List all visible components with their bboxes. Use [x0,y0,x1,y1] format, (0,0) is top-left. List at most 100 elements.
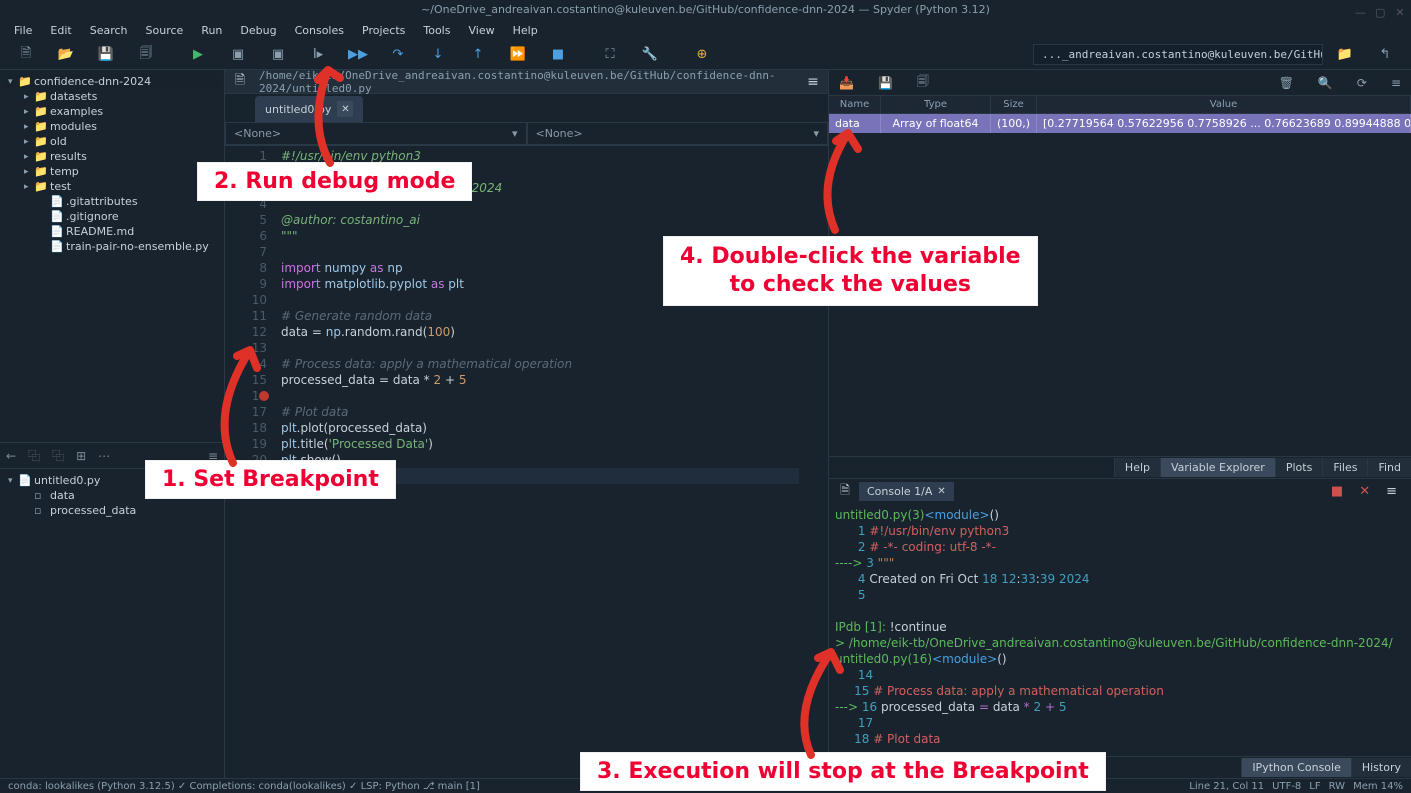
pane-tab-find[interactable]: Find [1367,458,1411,477]
python-path-icon[interactable]: ⊕ [684,43,720,67]
parent-dir-icon[interactable]: ↰ [1367,43,1403,67]
project-explorer[interactable]: ▾📁confidence-dnn-2024▸📁datasets▸📁example… [0,70,224,442]
folder-test[interactable]: ▸📁test [4,179,220,194]
outline-item-data[interactable]: ▫data [4,488,220,503]
folder-datasets[interactable]: ▸📁datasets [4,89,220,104]
menu-view[interactable]: View [460,22,502,39]
console-tab[interactable]: Console 1/A ✕ [859,482,954,501]
new-tab-icon[interactable]: 🗎 [225,71,255,93]
pane-tab-help[interactable]: Help [1114,458,1160,477]
menu-source[interactable]: Source [138,22,192,39]
continue-icon[interactable]: ⏩ [500,43,536,67]
menu-tools[interactable]: Tools [415,22,458,39]
variable-explorer-toolbar: 📥 💾 🗐 🗑 🔍 ⟳ ≡ [829,70,1411,96]
menu-run[interactable]: Run [193,22,230,39]
outline-item-processed_data[interactable]: ▫processed_data [4,503,220,518]
open-file-icon[interactable]: 📂 [48,43,84,67]
console-menu-icon[interactable]: ≡ [1378,484,1405,499]
menu-edit[interactable]: Edit [42,22,79,39]
debug-icon[interactable]: ▶▶ [340,43,376,67]
outline-file[interactable]: ▾📄untitled0.py [4,473,220,488]
outline-expand-icon[interactable]: ⊞ [76,449,86,463]
status-bar: conda: lookalikes (Python 3.12.5) ✓ Comp… [0,778,1411,793]
status-eol: LF [1309,781,1320,792]
menu-consoles[interactable]: Consoles [287,22,352,39]
new-file-icon[interactable]: 🗎 [8,43,44,67]
import-data-icon[interactable]: 📥 [839,76,854,90]
console-stop-icon[interactable]: ■ [1323,484,1351,499]
file-README.md[interactable]: 📄README.md [4,224,220,239]
folder-results[interactable]: ▸📁results [4,149,220,164]
folder-modules[interactable]: ▸📁modules [4,119,220,134]
run-selection-icon[interactable]: I▸ [300,43,336,67]
main-toolbar: 🗎 📂 💾 🗐 ▶ ▣ ▣ I▸ ▶▶ ↷ ↓ ↑ ⏩ ■ ⛶ 🔧 ⊕ ..._… [0,40,1411,70]
stop-debug-icon[interactable]: ■ [540,43,576,67]
save-data-as-icon[interactable]: 🗐 [917,72,929,93]
step-out-icon[interactable]: ↑ [460,43,496,67]
tab-close-icon[interactable]: ✕ [337,101,353,117]
console-tab-ipython-console[interactable]: IPython Console [1241,758,1351,777]
delete-var-icon[interactable]: 🗑 [1279,76,1294,90]
minimize-icon[interactable]: — [1355,3,1365,13]
code-editor[interactable]: 123456789101112131415161718192021 #!/usr… [225,146,828,778]
file-.gitattributes[interactable]: 📄.gitattributes [4,194,220,209]
editor-tab[interactable]: untitled0.py ✕ [255,96,363,122]
status-mem: Mem 14% [1353,781,1403,792]
step-over-icon[interactable]: ↷ [380,43,416,67]
variable-explorer[interactable]: Name Type Size Value dataArray of float6… [829,96,1411,456]
menu-projects[interactable]: Projects [354,22,413,39]
maximize-icon[interactable]: ▢ [1375,3,1385,13]
console-tab-history[interactable]: History [1351,758,1411,777]
browse-dir-icon[interactable]: 📁 [1327,43,1363,67]
outline-copy2-icon[interactable]: ⿻ [52,447,64,464]
outline-back-icon[interactable]: ← [6,449,16,463]
editor-menu-icon[interactable]: ≡ [798,74,828,90]
working-directory[interactable]: ..._andreaivan.costantino@kuleuven.be/Gi… [1033,44,1323,65]
menu-help[interactable]: Help [505,22,546,39]
menu-debug[interactable]: Debug [232,22,284,39]
run-cell-icon[interactable]: ▣ [220,43,256,67]
class-dropdown[interactable]: <None>▾ [225,122,527,145]
save-all-icon[interactable]: 🗐 [128,43,164,67]
variable-row-data[interactable]: dataArray of float64(100,)[0.27719564 0.… [829,114,1411,133]
editor-tab-row: untitled0.py ✕ [225,94,828,122]
menu-search[interactable]: Search [82,22,136,39]
var-menu-icon[interactable]: ≡ [1391,76,1401,90]
folder-old[interactable]: ▸📁old [4,134,220,149]
gutter[interactable]: 123456789101112131415161718192021 [225,146,273,778]
status-env[interactable]: conda: lookalikes (Python 3.12.5) ✓ Comp… [8,781,480,792]
console-newtab-icon[interactable]: 🗎 [835,481,855,502]
pane-tab-files[interactable]: Files [1322,458,1367,477]
console-tab-close-icon[interactable]: ✕ [937,486,945,497]
outline-more-icon[interactable]: ⋯ [98,449,110,463]
console-clear-icon[interactable]: ✕ [1351,484,1378,499]
console-output[interactable]: untitled0.py(3)<module>() 1 #!/usr/bin/e… [829,503,1411,756]
status-perm: RW [1329,781,1345,792]
pane-tab-variable-explorer[interactable]: Variable Explorer [1160,458,1275,477]
menu-bar: FileEditSearchSourceRunDebugConsolesProj… [0,20,1411,40]
menu-file[interactable]: File [6,22,40,39]
preferences-icon[interactable]: 🔧 [632,43,668,67]
folder-examples[interactable]: ▸📁examples [4,104,220,119]
close-icon[interactable]: ✕ [1395,3,1405,13]
file-.gitignore[interactable]: 📄.gitignore [4,209,220,224]
outline-pane[interactable]: ▾📄untitled0.py▫data▫processed_data [0,468,224,778]
code-lines[interactable]: #!/usr/bin/env python3"""Created on Fri … [273,146,803,778]
run-cell-advance-icon[interactable]: ▣ [260,43,296,67]
method-dropdown[interactable]: <None>▾ [527,122,829,145]
outline-copy-icon[interactable]: ⿻ [28,447,40,464]
file-train-pair-no-ensemble.py[interactable]: 📄train-pair-no-ensemble.py [4,239,220,254]
refresh-var-icon[interactable]: ⟳ [1357,76,1367,90]
outline-menu-icon[interactable]: ≡ [208,449,218,463]
maximize-pane-icon[interactable]: ⛶ [592,43,628,67]
project-root[interactable]: ▾📁confidence-dnn-2024 [4,74,220,89]
save-icon[interactable]: 💾 [88,43,124,67]
editor-file-path: /home/eik-tb/OneDrive_andreaivan.costant… [255,69,798,95]
run-icon[interactable]: ▶ [180,43,216,67]
window-title: ~/OneDrive_andreaivan.costantino@kuleuve… [421,3,990,16]
folder-temp[interactable]: ▸📁temp [4,164,220,179]
save-data-icon[interactable]: 💾 [878,76,893,90]
step-into-icon[interactable]: ↓ [420,43,456,67]
search-var-icon[interactable]: 🔍 [1318,76,1333,90]
pane-tab-plots[interactable]: Plots [1275,458,1322,477]
